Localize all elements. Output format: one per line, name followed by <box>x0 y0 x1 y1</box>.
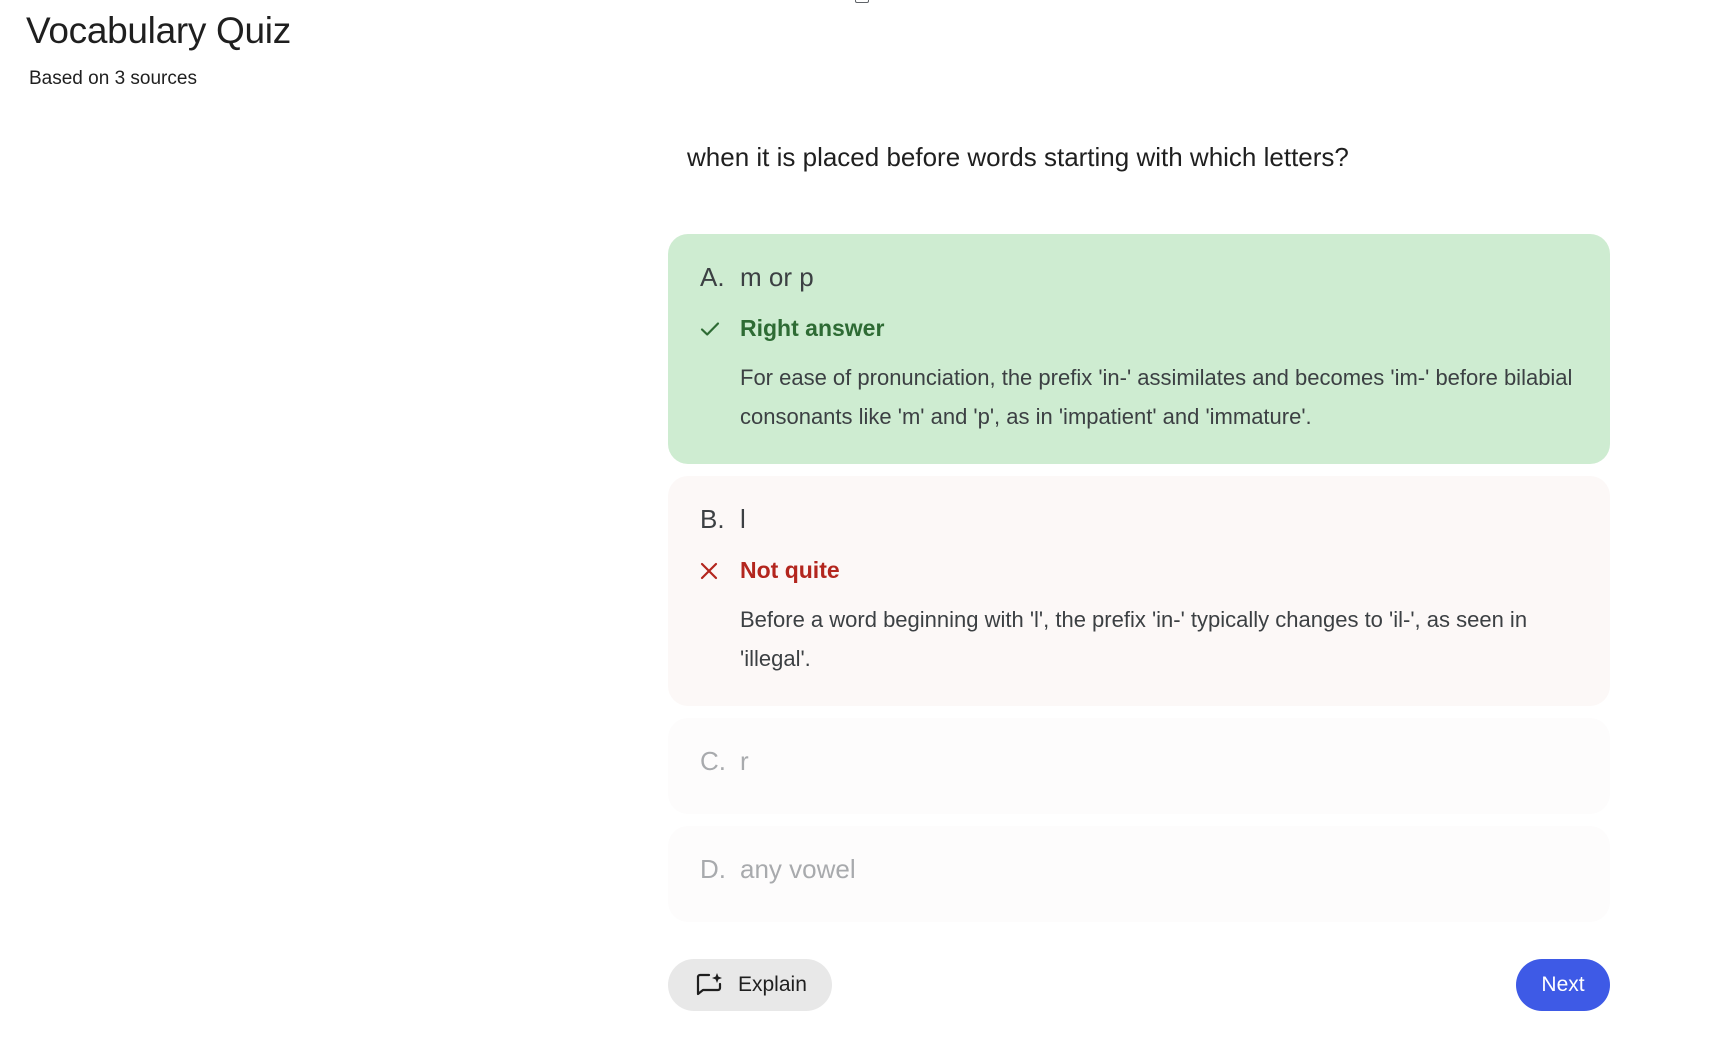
sources-subtitle: Based on 3 sources <box>29 68 197 89</box>
quiz-page: Vocabulary Quiz Based on 3 sources when … <box>0 0 1726 1048</box>
option-text: l <box>740 504 746 534</box>
feedback-explanation: For ease of pronunciation, the prefix 'i… <box>740 365 1573 429</box>
window-handle-icon[interactable] <box>855 0 869 3</box>
explain-button[interactable]: Explain <box>668 959 832 1011</box>
option-c-row: C. r <box>700 746 1578 777</box>
feedback-explanation: Before a word beginning with 'l', the pr… <box>740 607 1528 671</box>
quiz-title: Vocabulary Quiz <box>26 10 291 51</box>
explain-label: Explain <box>738 973 807 996</box>
explain-sparkle-icon <box>696 972 724 998</box>
feedback-label: Right answer <box>740 315 885 341</box>
option-d[interactable]: D. any vowel <box>668 826 1610 922</box>
option-letter: D. <box>700 854 726 884</box>
option-text: m or p <box>740 262 814 292</box>
check-icon <box>700 321 740 337</box>
feedback-row: Not quite <box>700 557 1578 584</box>
option-letter: A. <box>700 262 725 292</box>
option-letter: B. <box>700 504 725 534</box>
answer-options: A. m or p Right answer For ease of pronu… <box>668 234 1610 934</box>
question-text: when it is placed before words starting … <box>687 142 1349 172</box>
option-text: any vowel <box>740 854 856 884</box>
option-text: r <box>740 746 749 776</box>
option-letter: C. <box>700 746 726 776</box>
option-a[interactable]: A. m or p Right answer For ease of pronu… <box>668 234 1610 464</box>
option-b[interactable]: B. l Not quite Before a word beginning w… <box>668 476 1610 706</box>
close-icon <box>700 562 740 580</box>
feedback-row: Right answer <box>700 315 1578 342</box>
option-c[interactable]: C. r <box>668 718 1610 814</box>
option-d-row: D. any vowel <box>700 854 1578 885</box>
feedback-label: Not quite <box>740 557 840 583</box>
option-a-row: A. m or p <box>700 262 1578 293</box>
option-b-row: B. l <box>700 504 1578 535</box>
next-button[interactable]: Next <box>1516 959 1610 1011</box>
